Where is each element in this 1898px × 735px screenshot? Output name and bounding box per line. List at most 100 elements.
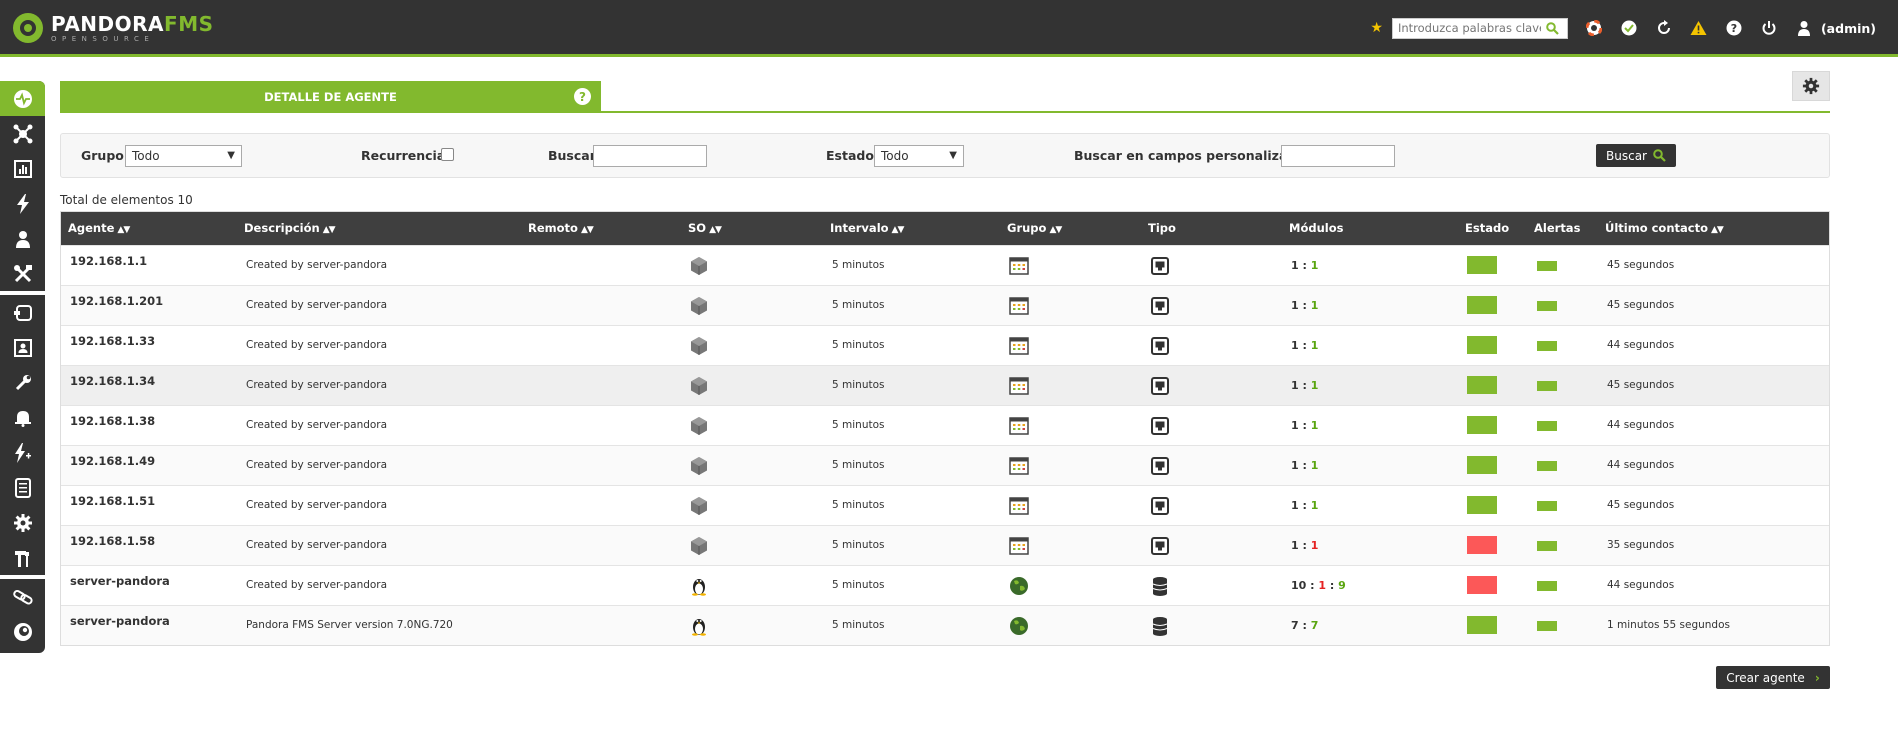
tab-agent-detail[interactable]: DETALLE DE AGENTE ? <box>60 81 601 112</box>
keyword-search-input[interactable] <box>1392 21 1541 35</box>
table-row[interactable]: 192.168.1.1 Created by server-pandora 5 mi… <box>61 245 1829 285</box>
power-icon[interactable] <box>1760 19 1778 37</box>
agent-name-link[interactable]: 192.168.1.49 <box>70 454 155 468</box>
globe-group-icon[interactable] <box>1009 576 1029 596</box>
sort-arrows-icon[interactable]: ▲▼ <box>1711 225 1724 235</box>
agent-name-link[interactable]: 192.168.1.34 <box>70 374 155 388</box>
pandora-logo[interactable]: PANDORAFMS OPENSOURCE <box>13 13 214 43</box>
estado-select[interactable]: Todo ▼ <box>874 145 964 167</box>
sort-arrows-icon[interactable]: ▲▼ <box>892 225 905 235</box>
modules-summary[interactable]: 1 : 1 <box>1291 499 1318 512</box>
custom-fields-input[interactable] <box>1281 145 1395 167</box>
sidebar-item-profiles[interactable] <box>0 330 45 365</box>
network-type-icon <box>1150 536 1170 556</box>
table-row[interactable]: 192.168.1.49 Created by server-pandora 5 m… <box>61 445 1829 485</box>
col-grupo[interactable]: Grupo ▲▼ <box>1007 212 1062 245</box>
col-agente[interactable]: Agente ▲▼ <box>68 212 130 245</box>
agent-name-link[interactable]: 192.168.1.1 <box>70 254 147 268</box>
last-contact: 44 segundos <box>1607 339 1675 351</box>
modules-summary[interactable]: 1 : 1 <box>1291 419 1318 432</box>
modules-summary[interactable]: 1 : 1 <box>1291 299 1318 312</box>
create-agent-button[interactable]: Crear agente › <box>1716 666 1830 689</box>
sidebar-item-links[interactable] <box>0 579 45 614</box>
recurrencia-checkbox[interactable] <box>441 148 454 161</box>
agent-description: Created by server-pandora <box>246 419 388 431</box>
table-row[interactable]: 192.168.1.34 Created by server-pandora 5 m… <box>61 365 1829 405</box>
sort-arrows-icon[interactable]: ▲▼ <box>323 225 336 235</box>
sidebar-item-topology[interactable] <box>0 116 45 151</box>
lightning-icon <box>16 193 29 214</box>
sidebar-item-tools[interactable] <box>0 256 45 291</box>
table-row[interactable]: 192.168.1.33 Created by server-pandora 5 m… <box>61 325 1829 365</box>
col-descripcion[interactable]: Descripción ▲▼ <box>244 212 336 245</box>
table-row[interactable]: 192.168.1.51 Created by server-pandora 5 m… <box>61 485 1829 525</box>
sidebar-item-configuration[interactable] <box>0 365 45 400</box>
sidebar-item-monitoring[interactable] <box>0 81 45 116</box>
sort-arrows-icon[interactable]: ▲▼ <box>581 225 594 235</box>
modules-summary[interactable]: 1 : 1 <box>1291 459 1318 472</box>
sidebar-item-events-manage[interactable] <box>0 435 45 470</box>
modules-summary[interactable]: 1 : 1 <box>1291 339 1318 352</box>
sidebar-item-workspace[interactable] <box>0 221 45 256</box>
table-row[interactable]: 192.168.1.38 Created by server-pandora 5 m… <box>61 405 1829 445</box>
table-row[interactable]: 192.168.1.58 Created by server-pandora 5 m… <box>61 525 1829 565</box>
refresh-icon[interactable] <box>1655 19 1673 37</box>
sort-arrows-icon[interactable]: ▲▼ <box>117 225 130 235</box>
buscar-input[interactable] <box>593 145 707 167</box>
applications-group-icon[interactable] <box>1009 296 1029 316</box>
chevron-right-icon: › <box>1814 670 1820 685</box>
check-icon[interactable] <box>1620 19 1638 37</box>
sort-arrows-icon[interactable]: ▲▼ <box>709 225 722 235</box>
modules-summary[interactable]: 1 : 1 <box>1291 259 1318 272</box>
user-name[interactable]: (admin) <box>1821 21 1876 36</box>
col-ultimo-contacto[interactable]: Último contacto ▲▼ <box>1605 212 1724 245</box>
applications-group-icon[interactable] <box>1009 256 1029 276</box>
star-icon[interactable]: ★ <box>1370 20 1383 36</box>
help-icon[interactable]: ? <box>1725 19 1743 37</box>
alert-status-badge <box>1537 541 1557 551</box>
warning-icon[interactable] <box>1690 19 1708 37</box>
col-intervalo[interactable]: Intervalo ▲▼ <box>830 212 905 245</box>
applications-group-icon[interactable] <box>1009 456 1029 476</box>
sidebar-item-alerts[interactable] <box>0 400 45 435</box>
help-icon[interactable]: ? <box>574 88 591 105</box>
linux-os-icon <box>689 576 709 596</box>
applications-group-icon[interactable] <box>1009 536 1029 556</box>
modules-summary[interactable]: 10 : 1 : 9 <box>1291 579 1346 592</box>
sidebar-item-reporting[interactable] <box>0 151 45 186</box>
search-button[interactable]: Buscar <box>1596 144 1676 167</box>
globe-group-icon[interactable] <box>1009 616 1029 636</box>
col-remoto[interactable]: Remoto ▲▼ <box>528 212 594 245</box>
agent-name-link[interactable]: 192.168.1.201 <box>70 294 163 308</box>
applications-group-icon[interactable] <box>1009 416 1029 436</box>
modules-summary[interactable]: 7 : 7 <box>1291 619 1318 632</box>
sidebar-item-resources[interactable] <box>0 295 45 330</box>
agent-name-link[interactable]: server-pandora <box>70 574 170 588</box>
agent-name-link[interactable]: 192.168.1.51 <box>70 494 155 508</box>
search-icon[interactable] <box>1540 18 1565 38</box>
modules-summary[interactable]: 1 : 1 <box>1291 379 1318 392</box>
grupo-select[interactable]: Todo ▼ <box>125 145 242 167</box>
tab-title: DETALLE DE AGENTE <box>264 89 397 104</box>
sidebar-item-about[interactable] <box>0 614 45 649</box>
sort-arrows-icon[interactable]: ▲▼ <box>1049 225 1062 235</box>
modules-summary[interactable]: 1 : 1 <box>1291 539 1318 552</box>
lifebuoy-icon[interactable] <box>1585 19 1603 37</box>
user-icon[interactable] <box>1795 19 1813 37</box>
agent-name-link[interactable]: 192.168.1.38 <box>70 414 155 428</box>
applications-group-icon[interactable] <box>1009 336 1029 356</box>
sidebar-item-events[interactable] <box>0 186 45 221</box>
applications-group-icon[interactable] <box>1009 376 1029 396</box>
applications-group-icon[interactable] <box>1009 496 1029 516</box>
agent-name-link[interactable]: server-pandora <box>70 614 170 628</box>
sidebar-item-setup[interactable] <box>0 505 45 540</box>
table-row[interactable]: server-pandora Created by server-pandora 5… <box>61 565 1829 605</box>
sidebar-item-servers[interactable] <box>0 470 45 505</box>
agent-name-link[interactable]: 192.168.1.33 <box>70 334 155 348</box>
sidebar-item-admin-tools[interactable] <box>0 540 45 575</box>
table-row[interactable]: server-pandora Pandora FMS Server version… <box>61 605 1829 645</box>
table-row[interactable]: 192.168.1.201 Created by server-pandora 5 … <box>61 285 1829 325</box>
settings-button[interactable] <box>1792 71 1830 101</box>
col-so[interactable]: SO ▲▼ <box>688 212 722 245</box>
agent-name-link[interactable]: 192.168.1.58 <box>70 534 155 548</box>
